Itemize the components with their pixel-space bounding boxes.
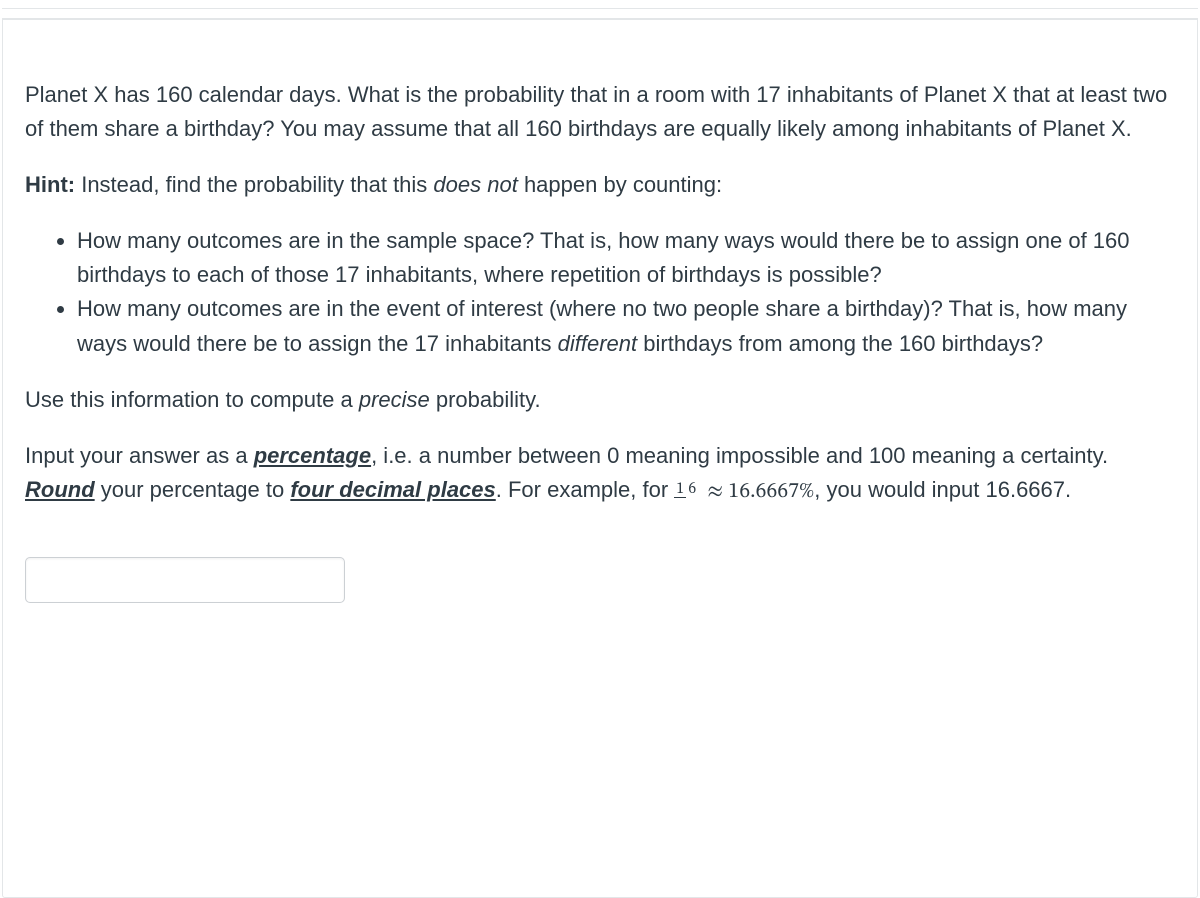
hint-label: Hint: (25, 172, 75, 197)
instr-four-dec: four decimal places (290, 477, 495, 502)
question-card: Planet X has 160 calendar days. What is … (2, 19, 1198, 898)
instr-p2: , i.e. a number between 0 meaning imposs… (371, 443, 1108, 468)
instr-p3: your percentage to (95, 477, 291, 502)
hint-text-before: Instead, find the probability that this (75, 172, 433, 197)
fraction-numerator: 1 (674, 481, 686, 498)
precise-em: precise (359, 387, 430, 412)
list-item: How many outcomes are in the event of in… (77, 292, 1175, 360)
instr-p5: , you would input 16.6667. (814, 477, 1071, 502)
precise-after: probability. (430, 387, 541, 412)
bullet-2-after: birthdays from among the 160 birthdays? (637, 331, 1043, 356)
frame-top-line-1 (2, 8, 1198, 9)
answer-input[interactable] (25, 557, 345, 603)
instr-p4: . For example, for (496, 477, 675, 502)
hint-paragraph: Hint: Instead, find the probability that… (25, 168, 1175, 202)
input-instructions: Input your answer as a percentage, i.e. … (25, 439, 1175, 509)
question-content: Planet X has 160 calendar days. What is … (25, 78, 1175, 603)
instr-round: Round (25, 477, 95, 502)
hint-em: does not (433, 172, 517, 197)
approx-value: ≈ 16.6667% (702, 481, 814, 503)
precise-paragraph: Use this information to compute a precis… (25, 383, 1175, 417)
bullet-1-text: How many outcomes are in the sample spac… (77, 228, 1130, 287)
fraction-denominator: 6 (686, 481, 698, 497)
list-item: How many outcomes are in the sample spac… (77, 224, 1175, 292)
bullet-2-em: different (558, 331, 638, 356)
problem-statement: Planet X has 160 calendar days. What is … (25, 78, 1175, 146)
fraction-one-sixth: 16 (674, 481, 698, 498)
instr-p1: Input your answer as a (25, 443, 254, 468)
hint-text-after: happen by counting: (518, 172, 722, 197)
precise-before: Use this information to compute a (25, 387, 359, 412)
hint-list: How many outcomes are in the sample spac… (25, 224, 1175, 360)
instr-percentage: percentage (254, 443, 371, 468)
